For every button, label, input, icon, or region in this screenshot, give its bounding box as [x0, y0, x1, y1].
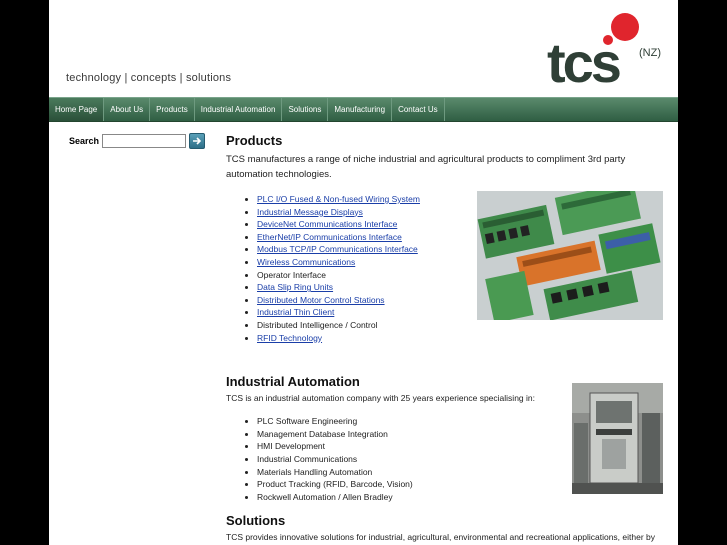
nav-item-products[interactable]: Products	[150, 98, 195, 121]
product-text: Distributed Intelligence / Control	[257, 319, 378, 330]
nav-item-home-page[interactable]: Home Page	[49, 98, 105, 121]
products-photo	[477, 191, 663, 320]
search-input[interactable]	[102, 134, 187, 148]
search-label: Search	[69, 136, 100, 146]
product-link[interactable]: Data Slip Ring Units	[257, 282, 333, 292]
tagline: technology | concepts | solutions	[66, 72, 232, 84]
nav-item-about-us[interactable]: About Us	[104, 98, 151, 121]
page: technology | concepts | solutions tcs (N…	[49, 0, 678, 545]
product-link[interactable]: EtherNet/IP Communications Interface	[257, 232, 402, 242]
product-link[interactable]: Modbus TCP/IP Communications Interface	[257, 244, 418, 254]
product-list-item: Distributed Intelligence / Control	[257, 319, 666, 332]
logo-suffix: (NZ)	[639, 47, 661, 59]
products-title: Products	[226, 133, 283, 148]
product-link[interactable]: Wireless Communications	[257, 257, 355, 267]
product-list-item: RFID Technology	[257, 332, 666, 345]
solutions-title: Solutions	[226, 513, 286, 529]
arrow-right-icon	[193, 137, 202, 145]
main-nav: Home Page About Us Products Industrial Auto…	[49, 97, 678, 122]
nav-item-manufacturing[interactable]: Manufacturing	[328, 98, 393, 121]
nav-item-industrial-automation[interactable]: Industrial Automation	[195, 98, 283, 121]
product-link[interactable]: RFID Technology	[257, 333, 322, 343]
product-link[interactable]: DeviceNet Communications Interface	[257, 219, 397, 229]
nav-item-contact-us[interactable]: Contact Us	[392, 98, 445, 121]
search-button[interactable]	[189, 133, 206, 149]
product-link[interactable]: Industrial Thin Client	[257, 307, 334, 317]
nav-item-solutions[interactable]: Solutions	[282, 98, 329, 121]
product-text: Operator Interface	[257, 269, 326, 280]
product-link[interactable]: Industrial Message Displays	[257, 207, 363, 217]
products-intro: TCS manufactures a range of niche indust…	[226, 154, 626, 180]
product-link[interactable]: PLC I/O Fused & Non-fused Wiring System	[257, 194, 420, 204]
solutions-intro: TCS provides innovative solutions for in…	[226, 532, 656, 543]
search-box: Search	[69, 133, 206, 149]
tcs-logo[interactable]: tcs (NZ)	[547, 10, 667, 88]
automation-photo	[572, 383, 663, 494]
logo-text: tcs	[547, 31, 620, 88]
product-link[interactable]: Distributed Motor Control Stations	[257, 295, 385, 305]
